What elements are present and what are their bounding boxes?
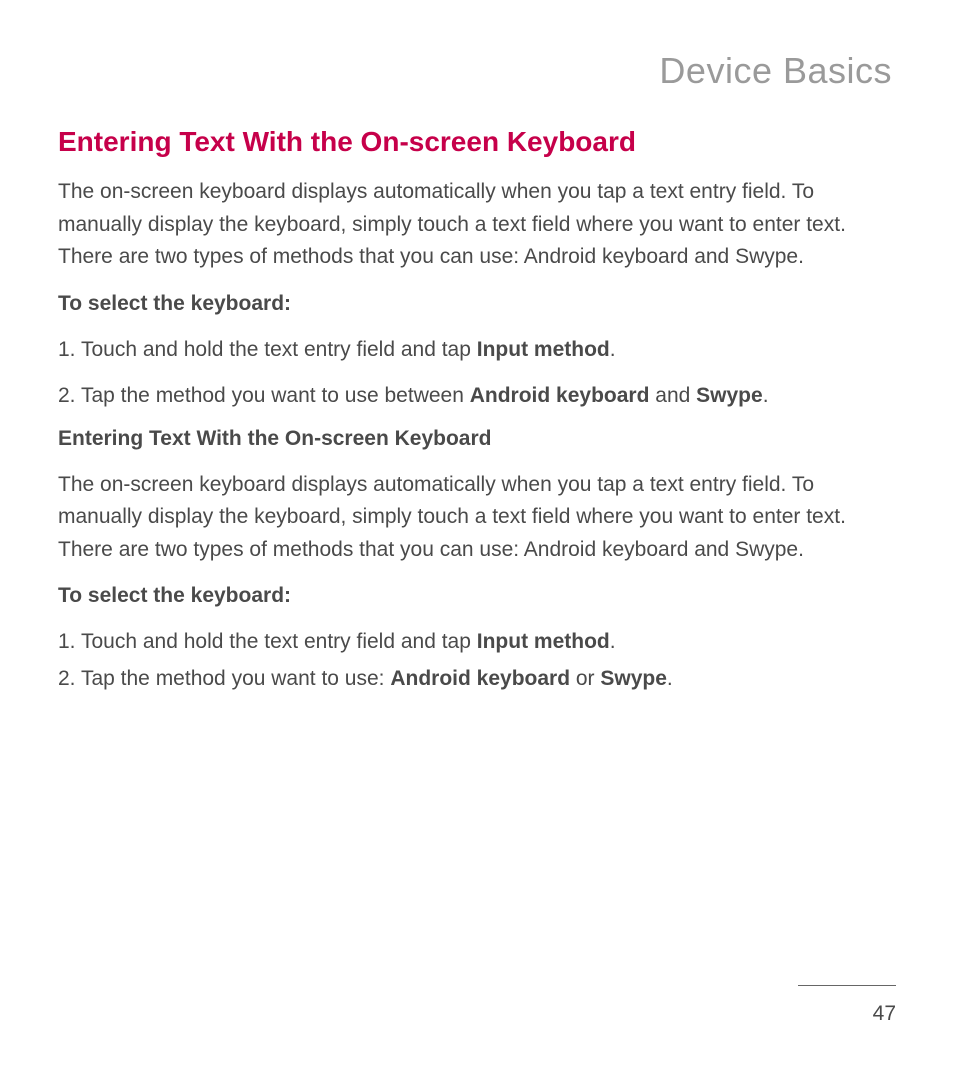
step-2a-bold1: Android keyboard: [470, 384, 650, 407]
step-2a: 2. Tap the method you want to use betwee…: [58, 380, 896, 413]
step-1a: 1. Touch and hold the text entry field a…: [58, 334, 896, 367]
step-1a-bold: Input method: [477, 338, 610, 361]
page-header: Device Basics: [58, 50, 896, 92]
step-2b-bold2: Swype: [600, 667, 667, 690]
select-keyboard-heading-2: To select the keyboard:: [58, 584, 896, 608]
step-1a-post: .: [610, 338, 616, 361]
step-2b-mid: or: [570, 667, 600, 690]
step-2b-pre: 2. Tap the method you want to use:: [58, 667, 390, 690]
select-keyboard-heading-1: To select the keyboard:: [58, 292, 896, 316]
step-2a-bold2: Swype: [696, 384, 763, 407]
step-2a-mid: and: [649, 384, 696, 407]
footer-rule: [798, 985, 896, 986]
step-1b: 1. Touch and hold the text entry field a…: [58, 626, 896, 659]
step-2b-bold1: Android keyboard: [390, 667, 570, 690]
section-title: Entering Text With the On-screen Keyboar…: [58, 126, 896, 158]
step-2a-post: .: [763, 384, 769, 407]
intro-paragraph-2: The on-screen keyboard displays automati…: [58, 469, 896, 567]
step-1b-bold: Input method: [477, 630, 610, 653]
intro-paragraph-1: The on-screen keyboard displays automati…: [58, 176, 896, 274]
step-1a-pre: 1. Touch and hold the text entry field a…: [58, 338, 477, 361]
step-2b-post: .: [667, 667, 673, 690]
step-2b: 2. Tap the method you want to use: Andro…: [58, 663, 896, 696]
page-number: 47: [873, 1002, 896, 1026]
step-2a-pre: 2. Tap the method you want to use betwee…: [58, 384, 470, 407]
step-1b-pre: 1. Touch and hold the text entry field a…: [58, 630, 477, 653]
subsection-heading: Entering Text With the On-screen Keyboar…: [58, 427, 896, 451]
step-1b-post: .: [610, 630, 616, 653]
